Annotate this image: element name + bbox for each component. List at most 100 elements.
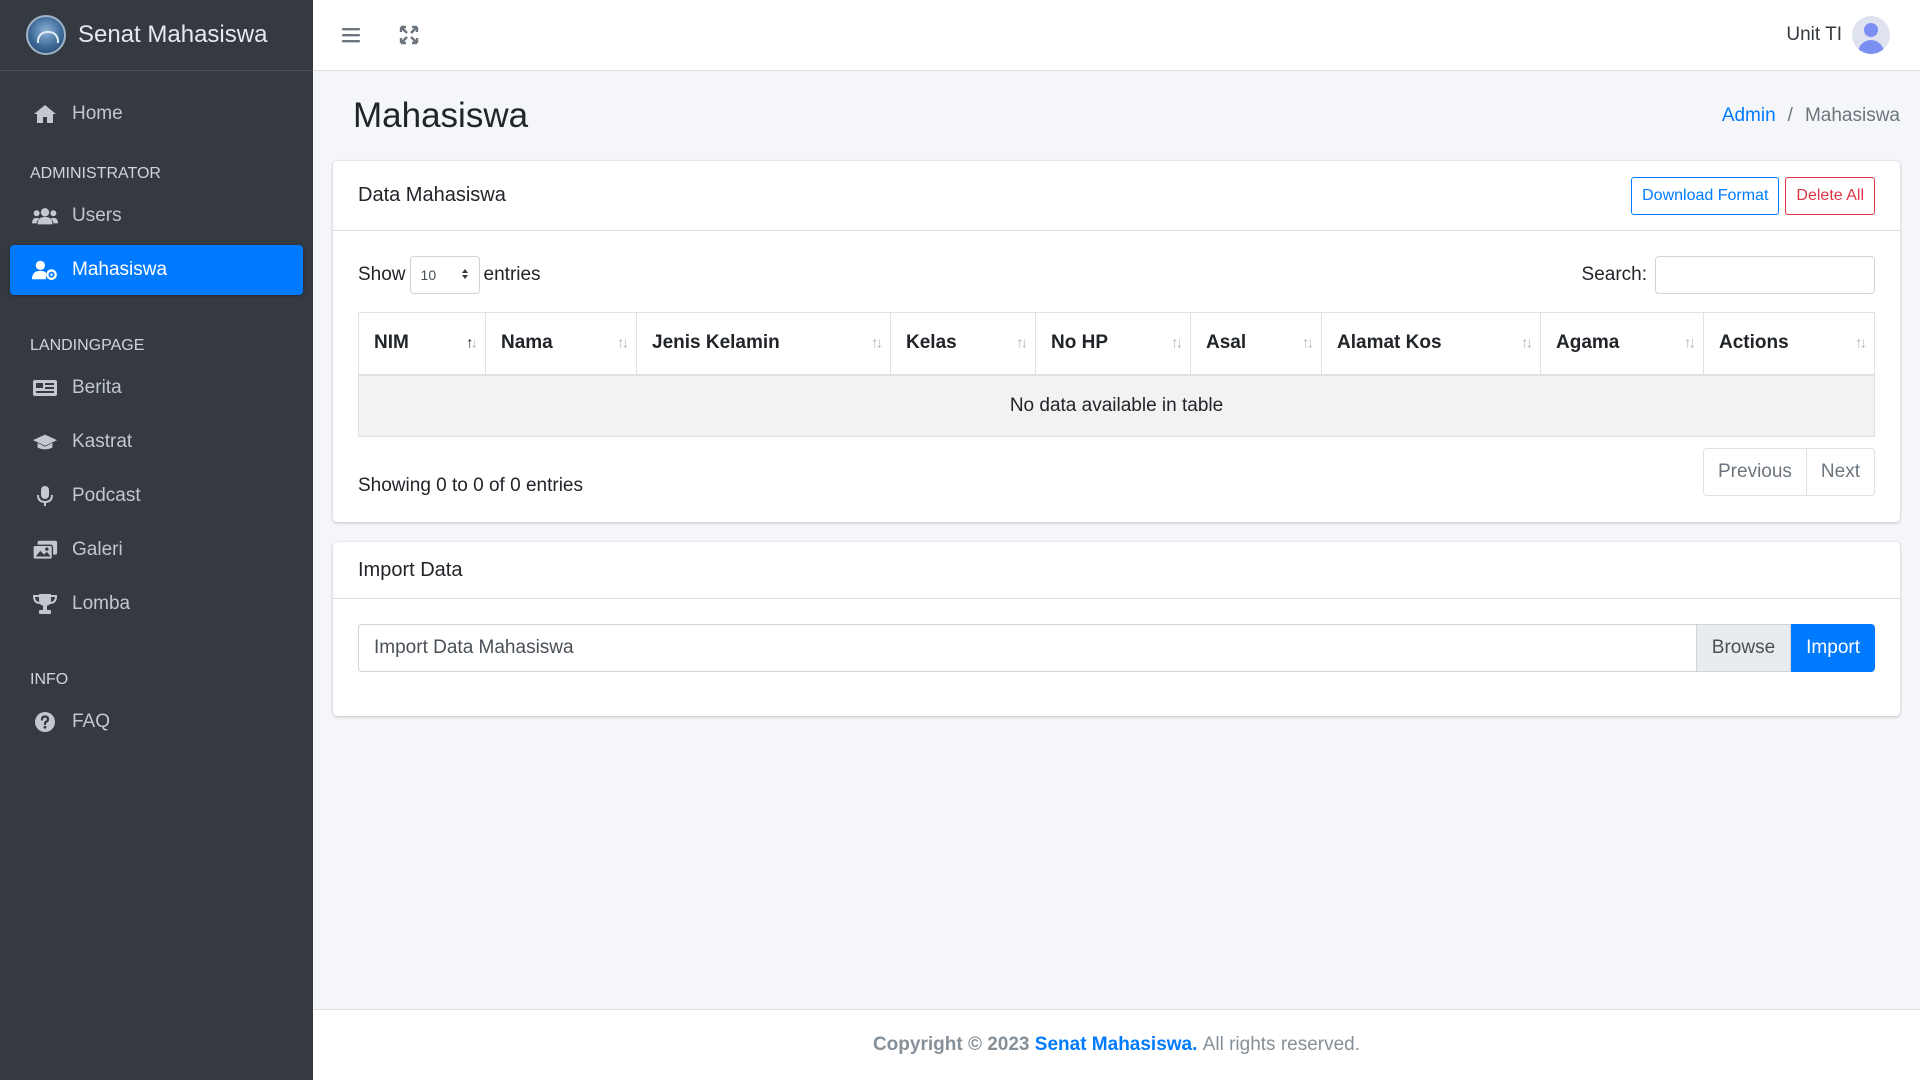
column-header-no-hp[interactable]: No HP ↑↓ [1035,312,1191,376]
question-circle-icon [32,711,58,733]
delete-all-button[interactable]: Delete All [1785,176,1875,215]
card-tools: Download Format Delete All [1631,176,1875,215]
pagination: Previous Next [1703,448,1875,496]
sort-icon: ↑↓ [1855,334,1867,352]
column-header-actions[interactable]: Actions ↑↓ [1703,312,1875,376]
column-header-jenis-kelamin[interactable]: Jenis Kelamin ↑↓ [636,312,891,376]
sort-icon: ↑↓ [1302,334,1314,352]
main-content: Mahasiswa Admin / Mahasiswa Data Mahasis… [313,71,1920,1009]
sidebar-item-kastrat[interactable]: Kastrat [10,417,303,467]
sidebar-item-label: Kastrat [72,431,133,452]
sidebar-item-label: Users [72,205,122,226]
sidebar-item-label: Lomba [72,593,131,614]
menu-icon[interactable] [331,15,371,55]
table-header-row: NIM ↑↓ Nama ↑↓ Jenis Kelamin ↑↓ Kelas ↑↓ No … [358,312,1875,376]
footer: Copyright © 2023 Senat Mahasiswa. All ri… [313,1009,1920,1080]
newspaper-icon [32,377,58,399]
breadcrumb-admin[interactable]: Admin [1722,105,1776,127]
footer-brand-link[interactable]: Senat Mahasiswa. [1035,1034,1198,1056]
datatable-footer: Showing 0 to 0 of 0 entries Previous Nex… [358,447,1875,497]
sort-icon: ↑↓ [1684,334,1696,352]
column-header-kelas[interactable]: Kelas ↑↓ [890,312,1036,376]
brand[interactable]: Senat Mahasiswa [0,0,313,71]
microphone-icon [32,485,58,507]
sort-select-icon [461,267,469,283]
sidebar-section-administrator: ADMINISTRATOR [30,165,161,182]
sidebar-item-label: Podcast [72,485,141,506]
entries-select[interactable]: 10 [409,256,480,294]
card-title: Data Mahasiswa [358,184,506,206]
entries-label: entries [483,264,541,285]
avatar [1852,16,1890,54]
previous-button[interactable]: Previous [1704,449,1806,495]
download-format-button[interactable]: Download Format [1631,176,1780,215]
column-header-label: Jenis Kelamin [652,332,780,354]
next-button[interactable]: Next [1805,449,1874,495]
entries-value: 10 [420,267,437,283]
data-mahasiswa-card: Data Mahasiswa Download Format Delete Al… [333,161,1900,522]
column-header-alamat-kos[interactable]: Alamat Kos ↑↓ [1321,312,1541,376]
card-header: Import Data [333,542,1900,599]
expand-icon[interactable] [389,15,429,55]
sidebar-section-landingpage: LANDINGPAGE [30,337,145,354]
show-entries: Show 10 entries [358,256,541,294]
import-data-card: Import Data Import Data Mahasiswa Browse… [333,542,1900,716]
file-input[interactable]: Import Data Mahasiswa [358,624,1697,672]
column-header-label: Agama [1556,332,1620,354]
sidebar-nav: Home ADMINISTRATOR Users Mahasiswa LANDI… [0,71,313,747]
page-header: Mahasiswa Admin / Mahasiswa [333,71,1900,161]
column-header-label: Asal [1206,332,1247,354]
user-menu[interactable]: Unit TI [1786,16,1890,54]
footer-copyright: Copyright © 2023 [872,1034,1030,1055]
browse-button[interactable]: Browse [1696,624,1792,672]
breadcrumb-current: Mahasiswa [1804,105,1900,126]
home-icon [32,103,58,125]
mahasiswa-table: NIM ↑↓ Nama ↑↓ Jenis Kelamin ↑↓ Kelas ↑↓ No … [358,312,1875,437]
sidebar-item-home[interactable]: Home [10,89,303,139]
sidebar-item-berita[interactable]: Berita [10,363,303,413]
table-row: No data available in table [358,374,1875,437]
sidebar-item-galeri[interactable]: Galeri [10,525,303,575]
sort-icon: ↑↓ [1171,334,1183,352]
sidebar-item-label: FAQ [72,711,111,732]
sidebar-item-podcast[interactable]: Podcast [10,471,303,521]
sidebar-item-label: Home [72,103,123,124]
table-info: Showing 0 to 0 of 0 entries [358,475,583,496]
sort-icon: ↑↓ [1521,334,1533,352]
card-title: Import Data [358,558,463,581]
graduation-cap-icon [32,431,58,453]
column-header-asal[interactable]: Asal ↑↓ [1190,312,1322,376]
sidebar-item-mahasiswa[interactable]: Mahasiswa [10,245,303,295]
sort-icon: ↑↓ [617,334,629,352]
sidebar-item-lomba[interactable]: Lomba [10,579,303,629]
sidebar-section-info: INFO [30,671,69,688]
trophy-icon [32,593,58,615]
search: Search: [1582,256,1875,294]
brand-name: Senat Mahasiswa [78,21,268,48]
column-header-label: Alamat Kos [1337,332,1442,354]
column-header-label: Actions [1719,332,1789,354]
import-button[interactable]: Import [1791,624,1875,672]
show-label: Show [358,264,406,285]
card-body: Import Data Mahasiswa Browse Import [333,599,1900,716]
footer-rights: All rights reserved. [1202,1034,1361,1055]
images-icon [32,539,58,561]
search-input[interactable] [1655,256,1875,294]
column-header-nama[interactable]: Nama ↑↓ [485,312,637,376]
breadcrumb: Admin / Mahasiswa [1722,105,1900,127]
user-cog-icon [32,259,58,281]
column-header-label: NIM [374,332,409,354]
empty-table-message: No data available in table [358,374,1875,437]
card-body: Show 10 entries Search: NIM ↑↓ Nama ↑↓ J… [333,231,1900,522]
sort-icon: ↑↓ [871,334,883,352]
card-header: Data Mahasiswa Download Format Delete Al… [333,161,1900,231]
sidebar-item-label: Berita [72,377,122,398]
sidebar-item-label: Mahasiswa [72,259,168,280]
sort-asc-icon: ↑↓ [466,334,478,352]
sidebar-item-users[interactable]: Users [10,191,303,241]
sidebar-item-faq[interactable]: FAQ [10,697,303,747]
column-header-nim[interactable]: NIM ↑↓ [358,312,486,376]
column-header-agama[interactable]: Agama ↑↓ [1540,312,1704,376]
user-name: Unit TI [1786,24,1842,45]
search-label: Search: [1581,264,1647,285]
